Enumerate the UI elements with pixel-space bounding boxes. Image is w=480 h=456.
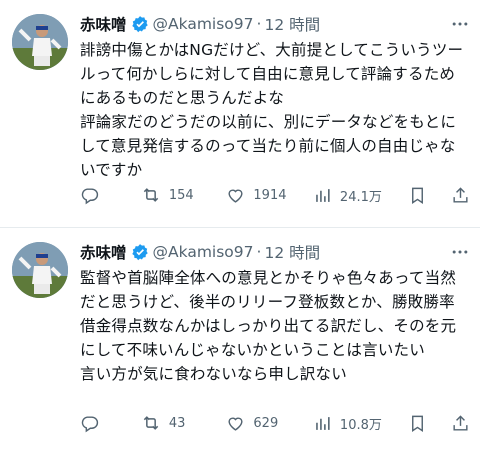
tweet-header: 赤味噌 @Akamiso97 · 12 時間: [80, 12, 470, 36]
tweet-header: 赤味噌 @Akamiso97 · 12 時間: [80, 240, 470, 264]
share-icon: [451, 186, 470, 205]
views-count: 10.8万: [339, 417, 382, 433]
bookmark-icon: [408, 414, 427, 433]
tweet-time[interactable]: 12 時間: [264, 241, 320, 263]
reply-icon: [80, 414, 99, 433]
tweet[interactable]: 赤味噌 @Akamiso97 · 12 時間 誹謗中傷とかはNGだけど、大前提と…: [0, 0, 480, 227]
views-icon: [313, 414, 332, 433]
like-icon: [226, 186, 245, 205]
verified-badge-icon: [131, 15, 149, 33]
views-icon: [313, 186, 332, 205]
author-name[interactable]: 赤味噌: [80, 13, 127, 35]
author-handle[interactable]: @Akamiso97: [153, 15, 254, 33]
views-button[interactable]: 24.1万: [313, 186, 408, 205]
retweet-button[interactable]: 154: [141, 185, 227, 205]
avatar[interactable]: [12, 242, 68, 298]
more-icon[interactable]: [450, 12, 470, 36]
tweet-text: 監督や首脳陣全体への意見とかそりゃ色々あって当然だと思うけど、後半のリリーフ登板…: [80, 269, 457, 383]
retweet-count: 43: [168, 415, 186, 431]
retweet-button[interactable]: 43: [141, 413, 227, 433]
views-count: 24.1万: [339, 189, 382, 205]
share-icon: [451, 414, 470, 433]
avatar[interactable]: [12, 14, 68, 70]
views-button[interactable]: 10.8万: [313, 414, 408, 433]
tweet[interactable]: 赤味噌 @Akamiso97 · 12 時間 監督や首脳陣全体への意見とかそりゃ…: [0, 228, 480, 455]
reply-button[interactable]: [80, 186, 141, 205]
bookmark-button[interactable]: [408, 414, 427, 433]
tweet-actions: 43 629 10.8万: [80, 413, 470, 433]
like-count: 629: [253, 415, 279, 431]
more-icon[interactable]: [450, 240, 470, 264]
separator-dot: ·: [256, 15, 262, 33]
like-icon: [226, 414, 245, 433]
share-button[interactable]: [451, 186, 470, 205]
tweet-time[interactable]: 12 時間: [264, 13, 320, 35]
share-button[interactable]: [451, 414, 470, 433]
bookmark-icon: [408, 186, 427, 205]
retweet-icon: [141, 185, 161, 205]
author-handle[interactable]: @Akamiso97: [153, 243, 254, 261]
like-button[interactable]: 1914: [226, 186, 313, 205]
like-count: 1914: [253, 187, 287, 203]
reply-icon: [80, 186, 99, 205]
like-button[interactable]: 629: [226, 414, 313, 433]
author-name[interactable]: 赤味噌: [80, 241, 127, 263]
tweet-text: 誹謗中傷とかはNGだけど、大前提としてこういうツールって何かしらに対して自由に意…: [80, 41, 464, 179]
verified-badge-icon: [131, 243, 149, 261]
tweet-actions: 154 1914 24.1万: [80, 185, 470, 205]
bookmark-button[interactable]: [408, 186, 427, 205]
retweet-count: 154: [168, 187, 194, 203]
reply-button[interactable]: [80, 414, 141, 433]
separator-dot: ·: [256, 243, 262, 261]
retweet-icon: [141, 413, 161, 433]
